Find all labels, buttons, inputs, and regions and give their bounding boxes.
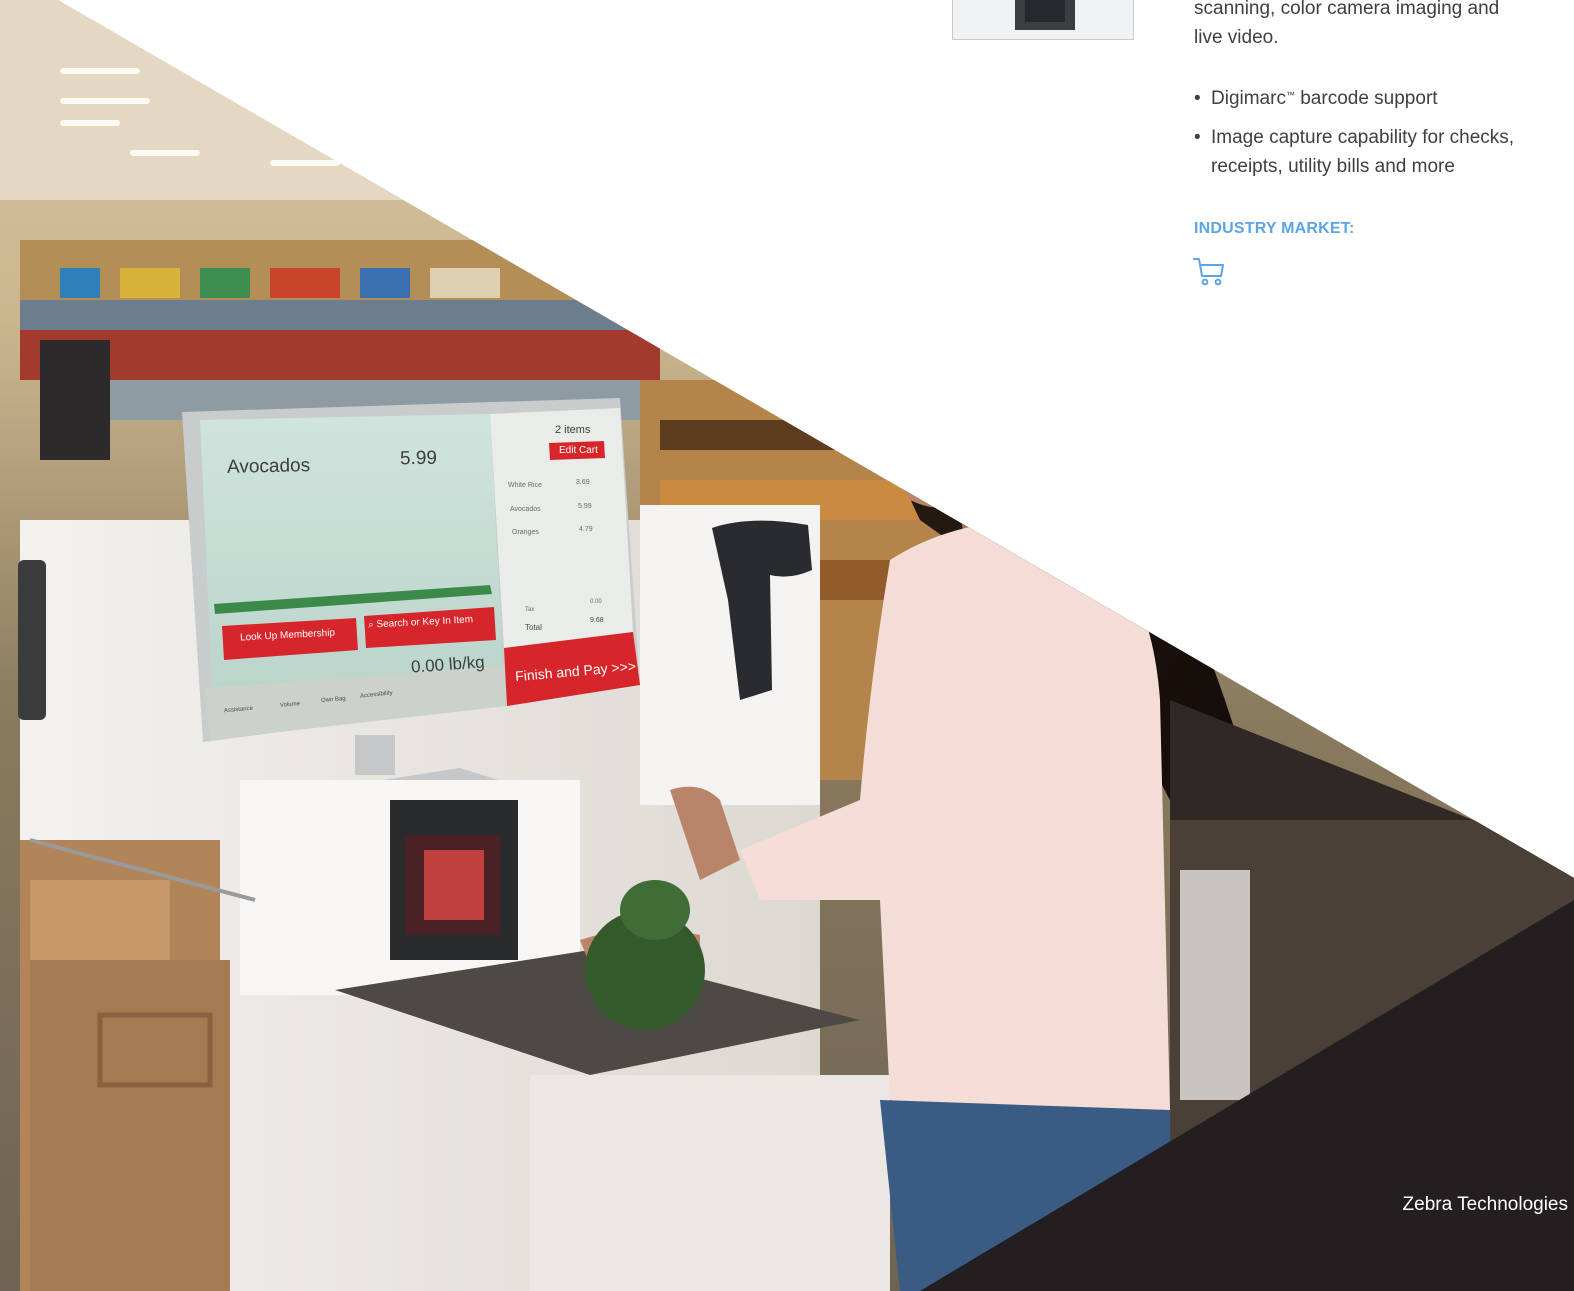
screen-total-label: Total xyxy=(525,623,542,632)
screen-item-price: 5.99 xyxy=(399,447,438,470)
search-icon: ⌕ xyxy=(367,619,374,631)
screen-cart-item-price: 4.79 xyxy=(579,526,593,533)
screen-cart-item-name: Avocados xyxy=(510,506,541,513)
screen-tax-label: Tax xyxy=(525,607,535,613)
self-checkout-photo xyxy=(0,0,1574,1291)
screen-tax-value: 0.00 xyxy=(590,599,602,605)
screen-total-value: 9.68 xyxy=(590,617,604,624)
screen-cart-item-name: Oranges xyxy=(512,529,539,536)
company-name-footer: Zebra Technologies xyxy=(1402,1194,1568,1215)
screen-cart-count: 2 items xyxy=(555,424,591,436)
screen-cart-item-name: White Rice xyxy=(508,482,542,489)
screen-edit-cart-button[interactable]: Edit Cart xyxy=(559,445,598,456)
screen-cart-item-price: 3.69 xyxy=(576,479,590,486)
screen-cart-item-price: 5.99 xyxy=(578,503,592,510)
screen-item-name: Avocados xyxy=(226,455,311,478)
